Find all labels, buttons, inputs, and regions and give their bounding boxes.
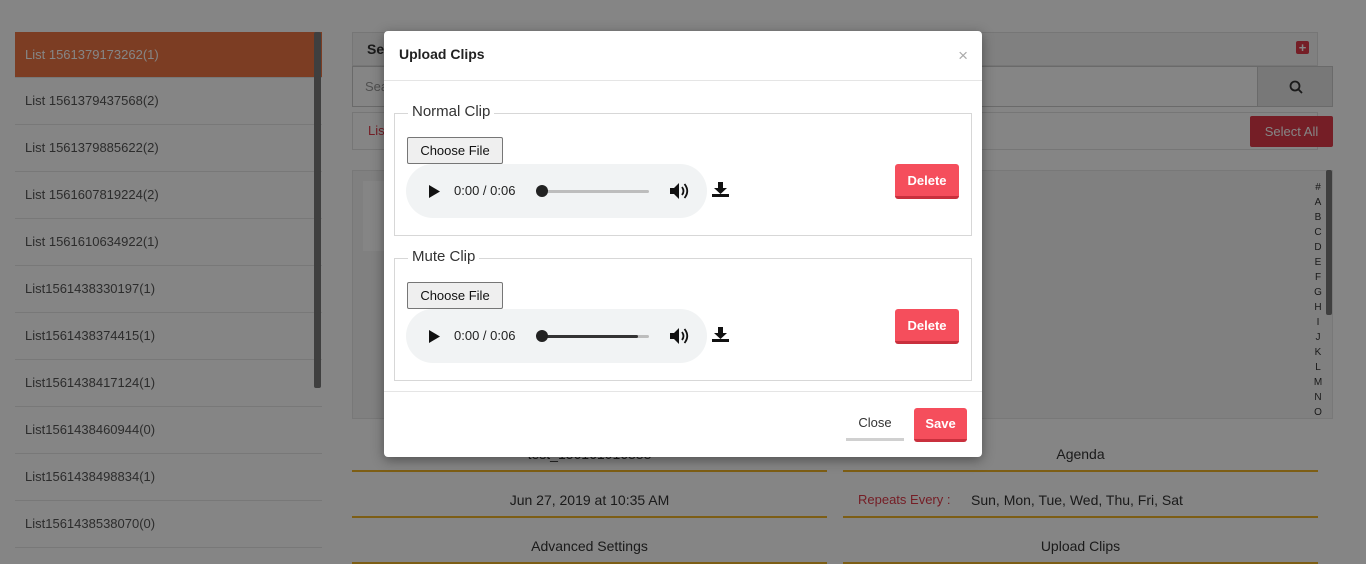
close-icon[interactable]: × <box>958 47 968 64</box>
normal-clip-section: Normal Clip Choose File 0:00 / 0:06 Dele… <box>394 103 972 236</box>
section-legend: Normal Clip <box>408 103 495 120</box>
modal-title: Upload Clips <box>399 46 485 62</box>
section-legend: Mute Clip <box>408 248 480 265</box>
audio-seek-bar[interactable] <box>541 190 649 193</box>
choose-file-button[interactable]: Choose File <box>407 137 503 164</box>
upload-clips-modal: Upload Clips × Normal Clip Choose File 0… <box>384 31 982 457</box>
volume-icon[interactable] <box>670 327 690 345</box>
modal-header: Upload Clips × <box>384 31 982 81</box>
audio-time: 0:00 / 0:06 <box>454 328 516 343</box>
play-icon[interactable] <box>429 330 440 343</box>
audio-buffered <box>541 335 639 338</box>
delete-button[interactable]: Delete <box>895 164 959 199</box>
audio-time: 0:00 / 0:06 <box>454 183 516 198</box>
volume-icon[interactable] <box>670 182 690 200</box>
audio-seek-thumb[interactable] <box>536 185 548 197</box>
download-icon[interactable] <box>712 182 729 197</box>
close-button[interactable]: Close <box>846 408 904 441</box>
play-icon[interactable] <box>429 185 440 198</box>
modal-footer: Close Save <box>384 391 982 457</box>
audio-seek-thumb[interactable] <box>536 330 548 342</box>
mute-clip-section: Mute Clip Choose File 0:00 / 0:06 Delete <box>394 248 972 381</box>
download-icon[interactable] <box>712 327 729 342</box>
audio-player: 0:00 / 0:06 <box>406 164 707 218</box>
save-button[interactable]: Save <box>914 408 967 442</box>
choose-file-button[interactable]: Choose File <box>407 282 503 309</box>
audio-player: 0:00 / 0:06 <box>406 309 707 363</box>
audio-seek-bar[interactable] <box>541 335 649 338</box>
delete-button[interactable]: Delete <box>895 309 959 344</box>
